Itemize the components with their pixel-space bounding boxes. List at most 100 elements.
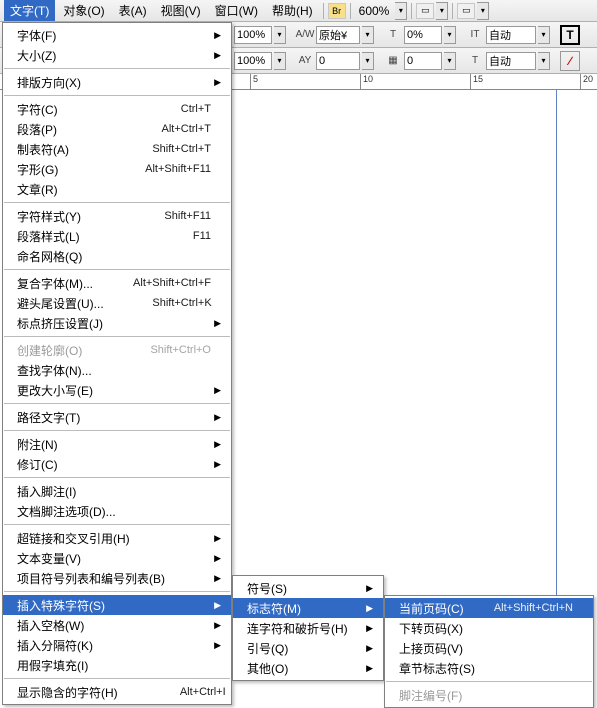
menu-item[interactable]: 插入特殊字符(S)▶ <box>3 595 231 615</box>
menu-help[interactable]: 帮助(H) <box>266 0 319 21</box>
view-mode-2-dropdown-icon[interactable]: ▾ <box>477 2 489 20</box>
menu-item-label: 排版方向(X) <box>17 74 211 91</box>
menu-item-label: 插入特殊字符(S) <box>17 597 211 614</box>
grid-field[interactable]: 0 <box>404 52 442 70</box>
menu-item[interactable]: 符号(S)▶ <box>233 578 383 598</box>
view-mode-2-icon[interactable]: ▭ <box>457 3 475 19</box>
menu-window[interactable]: 窗口(W) <box>209 0 264 21</box>
submenu-arrow-icon: ▶ <box>211 620 221 631</box>
kerning-field[interactable]: 原始¥ <box>316 26 360 44</box>
scale-y-field[interactable]: 100% <box>234 52 272 70</box>
submenu-arrow-icon: ▶ <box>211 459 221 470</box>
aw-icon: A/W <box>296 26 314 44</box>
ruler-tick: 15 <box>470 74 483 90</box>
menu-item[interactable]: 标志符(M)▶ <box>233 598 383 618</box>
dropdown-icon[interactable]: ▾ <box>362 52 374 70</box>
zoom-level[interactable]: 600% <box>355 4 394 18</box>
dropdown-icon[interactable]: ▾ <box>444 26 456 44</box>
strike-t-button[interactable]: ∕ <box>560 51 580 71</box>
menu-item-label: 附注(N) <box>17 436 211 453</box>
submenu-arrow-icon: ▶ <box>211 553 221 564</box>
menu-item[interactable]: 文章(R) <box>3 179 231 199</box>
menu-item[interactable]: 段落样式(L)F11 <box>3 226 231 246</box>
bridge-button[interactable]: Br <box>328 3 346 19</box>
menu-item[interactable]: 插入分隔符(K)▶ <box>3 635 231 655</box>
menu-item[interactable]: 用假字填充(I) <box>3 655 231 675</box>
submenu-arrow-icon: ▶ <box>211 412 221 423</box>
scale-x-field[interactable]: 100% <box>234 26 272 44</box>
menu-item[interactable]: 显示隐含的字符(H)Alt+Ctrl+I <box>3 682 231 702</box>
menu-object[interactable]: 对象(O) <box>57 0 110 21</box>
menu-item-label: 项目符号列表和编号列表(B) <box>17 570 211 587</box>
menu-text[interactable]: 文字(T) <box>4 0 55 21</box>
view-mode-1-dropdown-icon[interactable]: ▾ <box>436 2 448 20</box>
menu-item[interactable]: 连字符和破折号(H)▶ <box>233 618 383 638</box>
submenu-arrow-icon: ▶ <box>211 50 221 61</box>
menu-item-label: 下转页码(X) <box>399 620 573 637</box>
dropdown-icon[interactable]: ▾ <box>538 52 550 70</box>
menu-item[interactable]: 插入空格(W)▶ <box>3 615 231 635</box>
menu-item[interactable]: 标点挤压设置(J)▶ <box>3 313 231 333</box>
vscale-field[interactable]: 0% <box>404 26 442 44</box>
menu-item[interactable]: 复合字体(M)...Alt+Shift+Ctrl+F <box>3 273 231 293</box>
menu-item-label: 文章(R) <box>17 181 211 198</box>
menu-item[interactable]: 修订(C)▶ <box>3 454 231 474</box>
menu-item[interactable]: 插入脚注(I) <box>3 481 231 501</box>
menu-item[interactable]: 字形(G)Alt+Shift+F11 <box>3 159 231 179</box>
menu-item[interactable]: 文档脚注选项(D)... <box>3 501 231 521</box>
auto-field-1[interactable]: 自动 <box>486 26 536 44</box>
menu-item[interactable]: 附注(N)▶ <box>3 434 231 454</box>
menu-item-label: 命名网格(Q) <box>17 248 211 265</box>
menu-item[interactable]: 字体(F)▶ <box>3 25 231 45</box>
menu-item[interactable]: 章节标志符(S) <box>385 658 593 678</box>
menu-table[interactable]: 表(A) <box>113 0 153 21</box>
menu-item[interactable]: 字符样式(Y)Shift+F11 <box>3 206 231 226</box>
menu-item[interactable]: 大小(Z)▶ <box>3 45 231 65</box>
dropdown-icon[interactable]: ▾ <box>274 26 286 44</box>
menu-item[interactable]: 查找字体(N)... <box>3 360 231 380</box>
menu-item[interactable]: 段落(P)Alt+Ctrl+T <box>3 119 231 139</box>
menu-item[interactable]: 更改大小写(E)▶ <box>3 380 231 400</box>
menu-shortcut: Alt+Shift+Ctrl+N <box>483 602 573 614</box>
auto-field-2[interactable]: 自动 <box>486 52 536 70</box>
menu-item[interactable]: 下转页码(X) <box>385 618 593 638</box>
menu-item-label: 字体(F) <box>17 27 211 44</box>
menu-shortcut: Alt+Shift+F11 <box>121 163 211 175</box>
menu-item[interactable]: 上接页码(V) <box>385 638 593 658</box>
menu-item-label: 创建轮廓(O) <box>17 342 121 359</box>
text-menu-dropdown: 字体(F)▶大小(Z)▶排版方向(X)▶字符(C)Ctrl+T段落(P)Alt+… <box>2 22 232 705</box>
separator <box>452 3 453 19</box>
menu-item[interactable]: 路径文字(T)▶ <box>3 407 231 427</box>
menu-item[interactable]: 文本变量(V)▶ <box>3 548 231 568</box>
bold-t-button[interactable]: T <box>560 25 580 45</box>
menu-item[interactable]: 引号(Q)▶ <box>233 638 383 658</box>
menu-shortcut: Shift+Ctrl+T <box>121 143 211 155</box>
menu-item[interactable]: 制表符(A)Shift+Ctrl+T <box>3 139 231 159</box>
menu-item[interactable]: 排版方向(X)▶ <box>3 72 231 92</box>
menu-item[interactable]: 其他(O)▶ <box>233 658 383 678</box>
menu-item[interactable]: 项目符号列表和编号列表(B)▶ <box>3 568 231 588</box>
tracking-field[interactable]: 0 <box>316 52 360 70</box>
separator <box>411 3 412 19</box>
dropdown-icon[interactable]: ▾ <box>274 52 286 70</box>
dropdown-icon[interactable]: ▾ <box>444 52 456 70</box>
menu-item[interactable]: 超链接和交叉引用(H)▶ <box>3 528 231 548</box>
dropdown-icon[interactable]: ▾ <box>362 26 374 44</box>
menu-shortcut: Alt+Ctrl+I <box>136 686 226 698</box>
menu-view[interactable]: 视图(V) <box>155 0 207 21</box>
menu-shortcut: Shift+Ctrl+O <box>121 344 211 356</box>
menu-item-label: 修订(C) <box>17 456 211 473</box>
av-icon: AY <box>296 52 314 70</box>
view-mode-1-icon[interactable]: ▭ <box>416 3 434 19</box>
dropdown-icon[interactable]: ▾ <box>538 26 550 44</box>
menu-item[interactable]: 避头尾设置(U)...Shift+Ctrl+K <box>3 293 231 313</box>
menu-item-label: 标志符(M) <box>247 600 363 617</box>
submenu-arrow-icon: ▶ <box>363 643 373 654</box>
menu-item[interactable]: 命名网格(Q) <box>3 246 231 266</box>
menu-item-label: 引号(Q) <box>247 640 363 657</box>
zoom-dropdown-icon[interactable]: ▾ <box>395 2 407 20</box>
menu-item-label: 字符(C) <box>17 101 121 118</box>
menu-item[interactable]: 字符(C)Ctrl+T <box>3 99 231 119</box>
submenu-arrow-icon: ▶ <box>363 603 373 614</box>
menu-item[interactable]: 当前页码(C)Alt+Shift+Ctrl+N <box>385 598 593 618</box>
